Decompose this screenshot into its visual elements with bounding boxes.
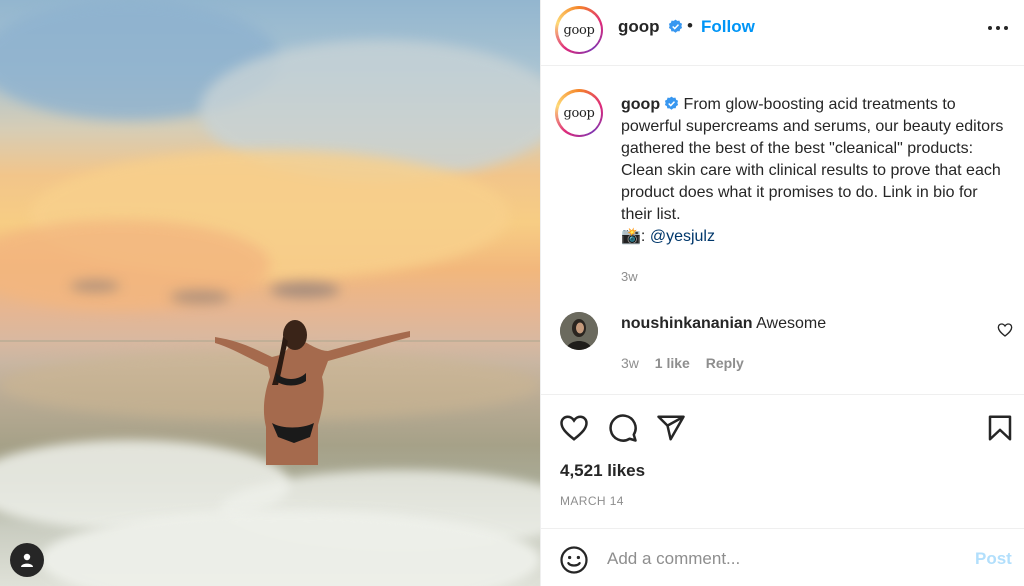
post-button[interactable]: Post xyxy=(975,549,1012,569)
mention-link[interactable]: @yesjulz xyxy=(650,228,715,245)
commenter-avatar[interactable] xyxy=(560,312,598,350)
post-sidebar: goop goop • Follow goop goop From glow-b… xyxy=(540,0,1024,586)
post-header: goop goop • Follow xyxy=(541,0,1024,66)
comment-meta: 3w 1 like Reply xyxy=(621,355,756,371)
commenter-photo xyxy=(560,312,598,350)
verified-badge-icon xyxy=(669,19,683,33)
share-icon[interactable] xyxy=(656,413,686,443)
caption-avatar[interactable]: goop xyxy=(555,89,603,137)
post-photo[interactable] xyxy=(0,0,540,586)
cloud xyxy=(270,282,340,298)
caption-body: From glow-boosting acid treatments to po… xyxy=(621,96,1004,223)
comment-icon[interactable] xyxy=(608,413,638,443)
profile-avatar[interactable]: goop xyxy=(555,6,603,54)
comment-body: Awesome xyxy=(756,315,827,332)
caption-time[interactable]: 3w xyxy=(621,266,1013,288)
post-date[interactable]: MARCH 14 xyxy=(560,494,624,508)
comment-username[interactable]: noushinkananian xyxy=(621,315,753,332)
post-actions: 4,521 likes MARCH 14 xyxy=(541,394,1024,528)
reply-button[interactable]: Reply xyxy=(706,355,744,371)
cloud xyxy=(170,290,230,304)
username-text: goop xyxy=(618,17,660,36)
emoji-icon[interactable] xyxy=(559,545,589,575)
add-comment-bar: Post xyxy=(541,528,1024,586)
separator-dot: • xyxy=(687,16,693,35)
comment-like-icon[interactable] xyxy=(997,322,1013,338)
comment-likes[interactable]: 1 like xyxy=(655,355,690,371)
more-options-icon[interactable] xyxy=(984,14,1012,42)
person-figure xyxy=(215,320,410,465)
user-tag-icon xyxy=(21,553,33,567)
profile-username[interactable]: goop xyxy=(618,17,683,37)
goop-logo: goop xyxy=(557,91,601,135)
comment-time[interactable]: 3w xyxy=(621,355,639,371)
verified-badge-icon xyxy=(665,96,679,110)
bookmark-icon[interactable] xyxy=(985,413,1015,443)
heart-icon[interactable] xyxy=(559,413,589,443)
comment: noushinkananian Awesome xyxy=(621,314,826,334)
photo-credit-label: 📸: xyxy=(621,228,646,245)
caption-username[interactable]: goop xyxy=(621,96,660,113)
comment-input[interactable] xyxy=(607,545,947,573)
likes-count[interactable]: 4,521 likes xyxy=(560,461,645,481)
user-tag-button[interactable] xyxy=(10,543,44,577)
goop-logo: goop xyxy=(557,8,601,52)
follow-button[interactable]: Follow xyxy=(701,17,755,37)
caption-text: goop From glow-boosting acid treatments … xyxy=(621,94,1013,288)
cloud xyxy=(70,280,120,292)
